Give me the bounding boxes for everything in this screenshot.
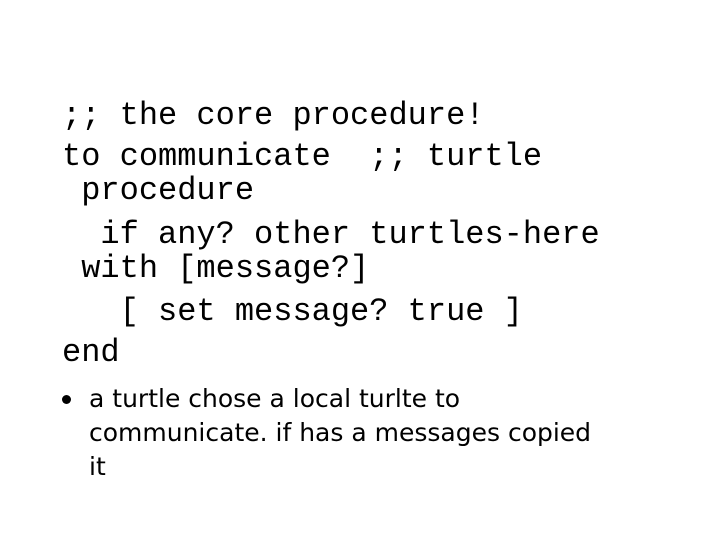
bullet-text-line: communicate. if has a messages copied: [89, 418, 592, 447]
bullet-icon: [62, 395, 71, 404]
code-comment-line: ;; the core procedure!: [62, 97, 485, 134]
bullet-text-line: it: [89, 452, 106, 481]
code-if-line: if any? other turtles-here: [62, 216, 600, 253]
code-end-line: end: [62, 334, 120, 371]
code-procedure-header-wrap: procedure: [62, 172, 255, 209]
bullet-text-line: a turtle chose a local turlte to: [89, 384, 461, 413]
code-set-line: [ set message? true ]: [62, 293, 523, 330]
code-if-line-wrap: with [message?]: [62, 250, 370, 287]
code-procedure-header: to communicate ;; turtle: [62, 138, 543, 175]
